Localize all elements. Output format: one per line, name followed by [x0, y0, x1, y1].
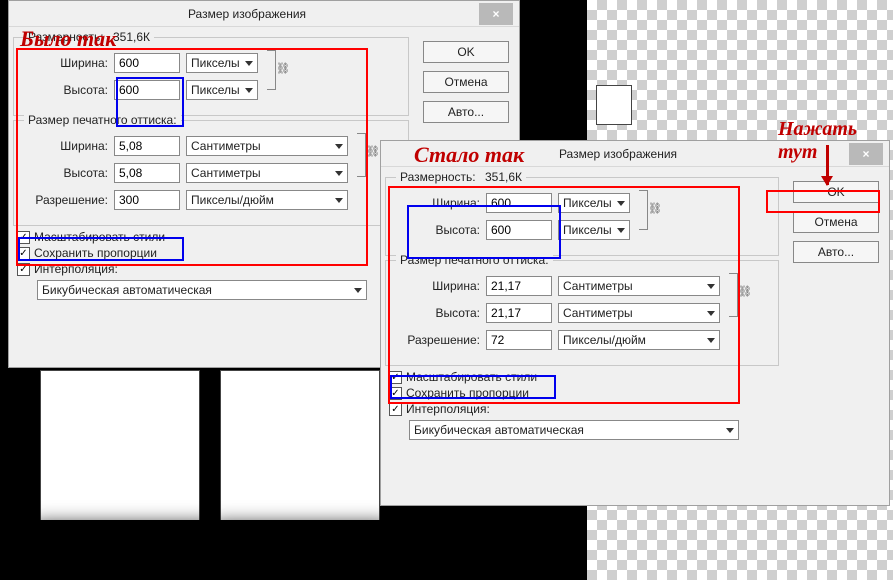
- print-height-input[interactable]: [486, 303, 552, 323]
- chevron-down-icon: [617, 228, 625, 233]
- width-input[interactable]: [114, 53, 180, 73]
- print-size-legend: Размер печатного оттиска:: [396, 253, 553, 267]
- constrain-link-icon[interactable]: ⛓: [726, 271, 740, 319]
- resolution-input[interactable]: [486, 330, 552, 350]
- cancel-button[interactable]: Отмена: [793, 211, 879, 233]
- pixel-dimensions-group: Размерность: 351,6К Ширина: Пикселы: [385, 177, 779, 256]
- print-width-unit-select[interactable]: Сантиметры: [186, 136, 348, 156]
- chevron-down-icon: [245, 61, 253, 66]
- print-width-label: Ширина:: [392, 279, 486, 293]
- print-width-unit-select[interactable]: Сантиметры: [558, 276, 720, 296]
- dimensions-label: Размерность:: [400, 170, 476, 184]
- close-button[interactable]: ×: [479, 3, 513, 25]
- annotation-clickhere: Нажать тут: [778, 118, 893, 164]
- chevron-down-icon: [617, 201, 625, 206]
- height-input[interactable]: [486, 220, 552, 240]
- height-label: Высота:: [392, 223, 486, 237]
- width-label: Ширина:: [392, 196, 486, 210]
- chevron-down-icon: [335, 171, 343, 176]
- print-width-input[interactable]: [486, 276, 552, 296]
- print-height-label: Высота:: [392, 306, 486, 320]
- resolution-label: Разрешение:: [392, 333, 486, 347]
- chevron-down-icon: [707, 311, 715, 316]
- layer-preview: [220, 370, 380, 530]
- print-size-legend: Размер печатного оттиска:: [24, 113, 181, 127]
- print-height-input[interactable]: [114, 163, 180, 183]
- image-size-dialog-after: Размер изображения × Размерность: 351,6К…: [380, 140, 890, 506]
- ok-button[interactable]: OK: [793, 181, 879, 203]
- height-unit-select[interactable]: Пикселы: [558, 220, 630, 240]
- height-input[interactable]: [114, 80, 180, 100]
- constrain-link-icon[interactable]: ⛓: [264, 48, 278, 92]
- width-label: Ширина:: [20, 56, 114, 70]
- annotation-before: Было так: [20, 26, 116, 52]
- interpolation-checkbox[interactable]: ✓Интерполяция:: [389, 402, 775, 416]
- dialog-title: Размер изображения: [15, 7, 479, 21]
- interpolation-method-select[interactable]: Бикубическая автоматическая: [409, 420, 739, 440]
- constrain-link-icon[interactable]: ⛓: [636, 188, 650, 232]
- interpolation-method-select[interactable]: Бикубическая автоматическая: [37, 280, 367, 300]
- layer-preview: [40, 370, 200, 530]
- width-input[interactable]: [486, 193, 552, 213]
- height-unit-select[interactable]: Пикселы: [186, 80, 258, 100]
- width-unit-select[interactable]: Пикселы: [558, 193, 630, 213]
- chevron-down-icon: [354, 288, 362, 293]
- width-unit-select[interactable]: Пикселы: [186, 53, 258, 73]
- cancel-button[interactable]: Отмена: [423, 71, 509, 93]
- auto-button[interactable]: Авто...: [793, 241, 879, 263]
- scale-styles-checkbox[interactable]: ✓Масштабировать стили: [389, 370, 775, 384]
- resolution-unit-select[interactable]: Пикселы/дюйм: [558, 330, 720, 350]
- constrain-link-icon[interactable]: ⛓: [354, 131, 368, 179]
- constrain-proportions-checkbox[interactable]: ✓Сохранить пропорции: [389, 386, 775, 400]
- layer-shadow: [216, 520, 386, 560]
- layer-shadow: [36, 520, 206, 560]
- chevron-down-icon: [335, 144, 343, 149]
- height-label: Высота:: [20, 83, 114, 97]
- constrain-proportions-checkbox[interactable]: ✓Сохранить пропорции: [17, 246, 405, 260]
- ok-button[interactable]: OK: [423, 41, 509, 63]
- dimensions-value: 351,6К: [485, 170, 522, 184]
- interpolation-checkbox[interactable]: ✓Интерполяция:: [17, 262, 405, 276]
- chevron-down-icon: [707, 284, 715, 289]
- print-height-label: Высота:: [20, 166, 114, 180]
- print-size-group: Размер печатного оттиска: Ширина: Сантим…: [385, 260, 779, 366]
- print-height-unit-select[interactable]: Сантиметры: [558, 303, 720, 323]
- chevron-down-icon: [245, 88, 253, 93]
- print-height-unit-select[interactable]: Сантиметры: [186, 163, 348, 183]
- titlebar: Размер изображения ×: [9, 1, 519, 27]
- dimensions-value: 351,6К: [113, 30, 150, 44]
- annotation-after: Стало так: [414, 142, 524, 168]
- chevron-down-icon: [335, 198, 343, 203]
- chevron-down-icon: [707, 338, 715, 343]
- print-width-label: Ширина:: [20, 139, 114, 153]
- auto-button[interactable]: Авто...: [423, 101, 509, 123]
- arrow-down-icon: [826, 145, 829, 185]
- print-width-input[interactable]: [114, 136, 180, 156]
- print-size-group: Размер печатного оттиска: Ширина: Сантим…: [13, 120, 409, 226]
- resolution-label: Разрешение:: [20, 193, 114, 207]
- resolution-input[interactable]: [114, 190, 180, 210]
- doc-thumb: [596, 85, 632, 125]
- resolution-unit-select[interactable]: Пикселы/дюйм: [186, 190, 348, 210]
- chevron-down-icon: [726, 428, 734, 433]
- scale-styles-checkbox[interactable]: ✓Масштабировать стили: [17, 230, 405, 244]
